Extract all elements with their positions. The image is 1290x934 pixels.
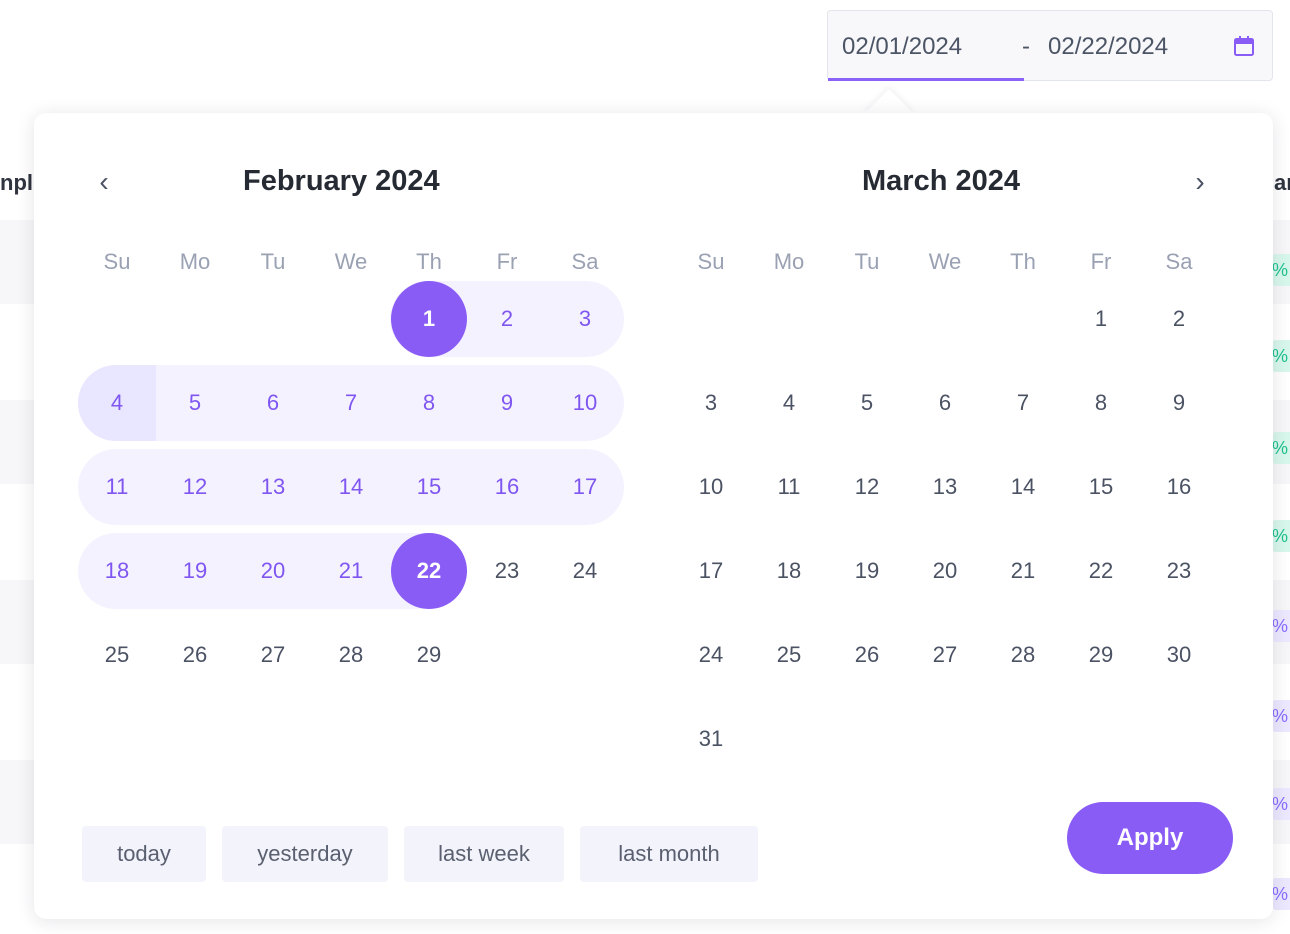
next-month-button[interactable]: › bbox=[1185, 168, 1215, 199]
calendar-day[interactable]: 1 bbox=[1062, 281, 1140, 357]
calendar-day[interactable]: 7 bbox=[984, 365, 1062, 441]
calendar-day[interactable]: 13 bbox=[906, 449, 984, 525]
calendar-day[interactable]: 9 bbox=[1140, 365, 1218, 441]
calendar-day[interactable]: 8 bbox=[390, 365, 468, 441]
calendar-day[interactable]: 11 bbox=[78, 449, 156, 525]
calendar-day[interactable]: 24 bbox=[672, 617, 750, 693]
calendar-day[interactable]: 9 bbox=[468, 365, 546, 441]
calendar-day[interactable]: 6 bbox=[906, 365, 984, 441]
percent-badge: % bbox=[1272, 788, 1290, 820]
calendar-day[interactable]: 1 bbox=[390, 281, 468, 357]
date-range-input[interactable]: 02/01/2024 - 02/22/2024 bbox=[827, 10, 1273, 81]
weekday-label: Fr bbox=[496, 249, 518, 274]
calendar-day[interactable]: 16 bbox=[468, 449, 546, 525]
weekday-label: Mo bbox=[773, 249, 805, 274]
calendar-day[interactable]: 14 bbox=[312, 449, 390, 525]
weekday-label: Sa bbox=[1165, 249, 1193, 274]
calendar-day[interactable]: 26 bbox=[828, 617, 906, 693]
calendar-day[interactable]: 22 bbox=[1062, 533, 1140, 609]
percent-badge: % bbox=[1272, 254, 1290, 286]
calendar-day[interactable]: 22 bbox=[390, 533, 468, 609]
calendar-day[interactable]: 19 bbox=[828, 533, 906, 609]
calendar-icon[interactable] bbox=[1232, 34, 1256, 58]
calendar-day[interactable]: 12 bbox=[156, 449, 234, 525]
calendar-day[interactable]: 23 bbox=[468, 533, 546, 609]
calendar-day[interactable]: 5 bbox=[828, 365, 906, 441]
calendar-day[interactable]: 12 bbox=[828, 449, 906, 525]
weekday-label: Th bbox=[416, 249, 442, 274]
calendar-day[interactable]: 7 bbox=[312, 365, 390, 441]
calendar-day[interactable]: 31 bbox=[672, 701, 750, 777]
calendar-day[interactable]: 6 bbox=[234, 365, 312, 441]
weekday-label: We bbox=[928, 249, 962, 274]
apply-button[interactable]: Apply bbox=[1067, 802, 1233, 874]
weekday-label: We bbox=[334, 249, 368, 274]
calendar-day[interactable]: 13 bbox=[234, 449, 312, 525]
preset-last-week-button[interactable]: last week bbox=[404, 826, 564, 882]
calendar-day[interactable]: 27 bbox=[234, 617, 312, 693]
calendar-day[interactable]: 19 bbox=[156, 533, 234, 609]
calendar-day[interactable]: 14 bbox=[984, 449, 1062, 525]
calendar-day[interactable]: 28 bbox=[312, 617, 390, 693]
left-month-title: February 2024 bbox=[243, 165, 440, 197]
calendar-day[interactable]: 29 bbox=[1062, 617, 1140, 693]
start-date-field[interactable]: 02/01/2024 bbox=[842, 33, 962, 61]
calendar-day[interactable]: 11 bbox=[750, 449, 828, 525]
weekday-label: Fr bbox=[1090, 249, 1112, 274]
calendar-day[interactable]: 2 bbox=[468, 281, 546, 357]
percent-badge: % bbox=[1272, 610, 1290, 642]
weekday-label: Th bbox=[1010, 249, 1036, 274]
calendar-day[interactable]: 3 bbox=[546, 281, 624, 357]
calendar-day[interactable]: 16 bbox=[1140, 449, 1218, 525]
end-date-field[interactable]: 02/22/2024 bbox=[1048, 33, 1168, 61]
calendar-day[interactable]: 17 bbox=[546, 449, 624, 525]
calendar-day[interactable]: 2 bbox=[1140, 281, 1218, 357]
weekday-label: Tu bbox=[260, 249, 286, 274]
calendar-day[interactable]: 21 bbox=[984, 533, 1062, 609]
calendar-day[interactable]: 10 bbox=[672, 449, 750, 525]
calendar-day[interactable]: 28 bbox=[984, 617, 1062, 693]
calendar-day[interactable]: 25 bbox=[78, 617, 156, 693]
preset-yesterday-button[interactable]: yesterday bbox=[222, 826, 388, 882]
calendar-day[interactable]: 8 bbox=[1062, 365, 1140, 441]
weekday-label: Su bbox=[697, 249, 725, 274]
calendar-day[interactable]: 4 bbox=[750, 365, 828, 441]
percent-badge: % bbox=[1272, 700, 1290, 732]
percent-badge: % bbox=[1272, 432, 1290, 464]
calendar-day[interactable]: 5 bbox=[156, 365, 234, 441]
percent-badge: % bbox=[1272, 878, 1290, 910]
calendar-day[interactable]: 23 bbox=[1140, 533, 1218, 609]
preset-last-month-button[interactable]: last month bbox=[580, 826, 758, 882]
calendar-day[interactable]: 15 bbox=[390, 449, 468, 525]
weekday-label: Sa bbox=[571, 249, 599, 274]
calendar-day[interactable]: 18 bbox=[78, 533, 156, 609]
calendar-day[interactable]: 29 bbox=[390, 617, 468, 693]
calendar-day[interactable]: 25 bbox=[750, 617, 828, 693]
calendar-day[interactable]: 21 bbox=[312, 533, 390, 609]
calendar-day[interactable]: 10 bbox=[546, 365, 624, 441]
calendar-day[interactable]: 24 bbox=[546, 533, 624, 609]
calendar-day[interactable]: 17 bbox=[672, 533, 750, 609]
prev-month-button[interactable]: ‹ bbox=[89, 168, 119, 199]
percent-badge: % bbox=[1272, 520, 1290, 552]
calendar-day[interactable]: 20 bbox=[234, 533, 312, 609]
weekday-label: Su bbox=[103, 249, 131, 274]
calendar-day[interactable]: 15 bbox=[1062, 449, 1140, 525]
percent-badge: % bbox=[1272, 340, 1290, 372]
active-field-underline bbox=[828, 78, 1024, 81]
calendar-day[interactable]: 20 bbox=[906, 533, 984, 609]
table-header-right: ar bbox=[1274, 170, 1290, 195]
calendar-day[interactable]: 4 bbox=[78, 365, 156, 441]
calendar-day[interactable]: 26 bbox=[156, 617, 234, 693]
date-range-popover: ‹ February 2024 March 2024 › Su Mo Tu We Th F… bbox=[34, 113, 1273, 919]
weekday-label: Mo bbox=[179, 249, 211, 274]
calendar-day[interactable]: 27 bbox=[906, 617, 984, 693]
calendar-day[interactable]: 18 bbox=[750, 533, 828, 609]
calendar-day[interactable]: 3 bbox=[672, 365, 750, 441]
right-month-title: March 2024 bbox=[862, 165, 1020, 197]
weekday-label: Tu bbox=[854, 249, 880, 274]
date-separator: - bbox=[1022, 33, 1030, 60]
calendar-day[interactable]: 30 bbox=[1140, 617, 1218, 693]
preset-today-button[interactable]: today bbox=[82, 826, 206, 882]
